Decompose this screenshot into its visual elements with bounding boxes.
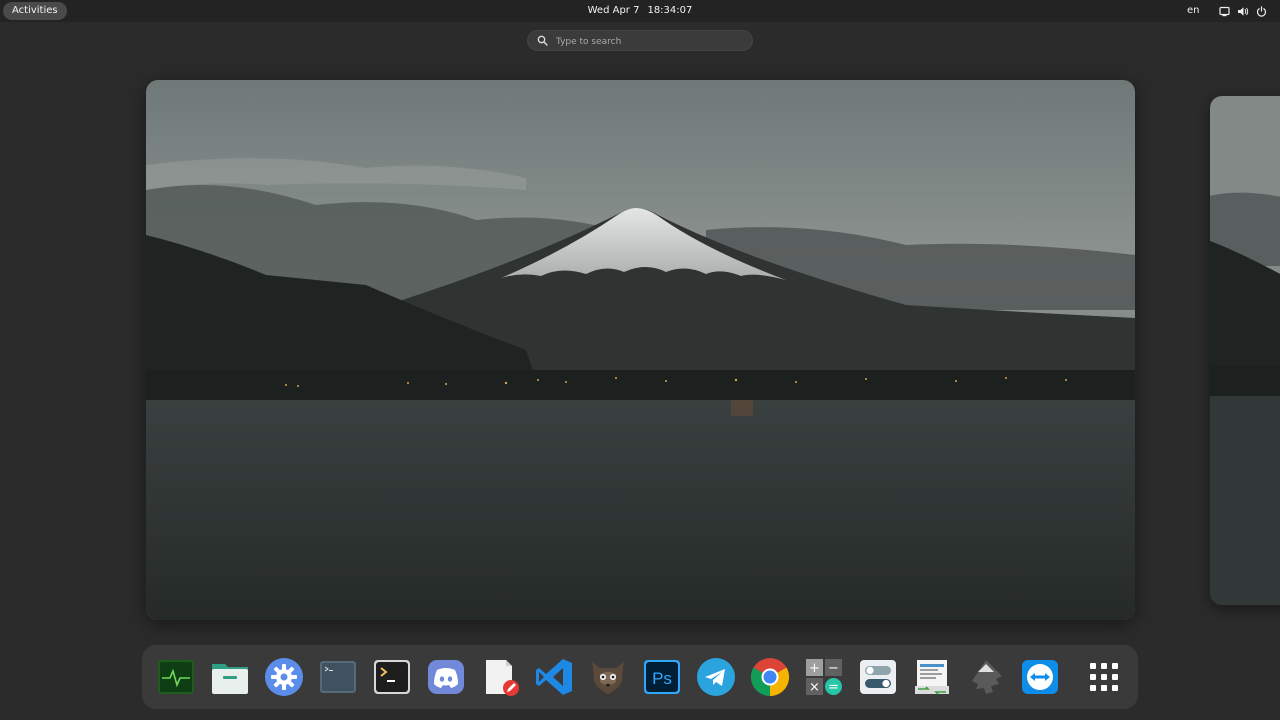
calculator-minus: −: [828, 661, 839, 676]
photoshop-icon: Ps: [644, 660, 680, 694]
dock-app-tweaks[interactable]: [857, 656, 899, 698]
clock-time: 18:34:07: [647, 5, 693, 16]
power-icon[interactable]: [1256, 5, 1267, 17]
teamviewer-icon: [1022, 660, 1058, 694]
dock-app-photoshop[interactable]: Ps: [641, 656, 683, 698]
photoshop-label: Ps: [652, 669, 672, 688]
dock-app-discord[interactable]: [425, 656, 467, 698]
remote-transfer-icon: [915, 660, 949, 695]
calculator-times: ×: [809, 680, 820, 695]
top-bar: Activities Wed Apr 7 18:34:07 en: [0, 0, 1280, 22]
show-applications-button[interactable]: [1083, 656, 1125, 698]
search-input[interactable]: [554, 31, 748, 52]
wallpaper-image: [146, 80, 1135, 620]
dock-app-console[interactable]: [317, 656, 359, 698]
terminal-icon: [374, 660, 410, 694]
dock-app-files[interactable]: [209, 656, 251, 698]
search-bar[interactable]: [527, 30, 753, 52]
dock-app-inkscape[interactable]: [965, 656, 1007, 698]
dock-app-telegram[interactable]: [695, 656, 737, 698]
telegram-icon: [697, 658, 735, 696]
gimp-icon: [592, 662, 624, 694]
dock-app-chrome[interactable]: [749, 656, 791, 698]
workspace-thumbnail-next[interactable]: [1210, 96, 1280, 605]
gear-icon: [265, 658, 303, 696]
text-editor-icon: [486, 660, 519, 696]
dock-app-connection-editor[interactable]: [911, 656, 953, 698]
dock-app-terminal[interactable]: [371, 656, 413, 698]
dock-app-system-monitor[interactable]: [155, 656, 197, 698]
dock-app-vscode[interactable]: [533, 656, 575, 698]
discord-icon: [428, 660, 464, 694]
dock-app-calculator[interactable]: + − × =: [803, 656, 845, 698]
dock: Ps + − × =: [142, 645, 1138, 709]
vscode-icon: [536, 659, 572, 695]
volume-icon[interactable]: [1237, 6, 1249, 17]
dock-app-teamviewer[interactable]: [1019, 656, 1061, 698]
dock-app-text-editor[interactable]: [479, 656, 521, 698]
calculator-icon: + − × =: [806, 659, 842, 695]
clock-date: Wed Apr 7: [587, 5, 640, 16]
clock[interactable]: Wed Apr 7 18:34:07: [0, 0, 1280, 22]
calculator-equals: =: [828, 680, 839, 695]
dock-app-settings[interactable]: [263, 656, 305, 698]
activity-monitor-icon: [158, 660, 194, 694]
chrome-icon: [750, 658, 790, 697]
calculator-plus: +: [809, 661, 820, 676]
toggle-switches-icon: [860, 660, 896, 694]
search-icon: [537, 35, 548, 46]
keyboard-language-indicator[interactable]: en: [1187, 0, 1200, 22]
dock-app-gimp[interactable]: [587, 656, 629, 698]
folder-icon: [212, 664, 248, 694]
workspace-thumbnail-current[interactable]: [146, 80, 1135, 620]
inkscape-icon: [972, 660, 1002, 694]
screen-icon[interactable]: [1219, 6, 1230, 17]
system-tray[interactable]: [1219, 4, 1267, 18]
wallpaper-image: [1210, 96, 1280, 605]
app-grid-icon: [1090, 663, 1118, 691]
console-icon: [320, 661, 356, 693]
